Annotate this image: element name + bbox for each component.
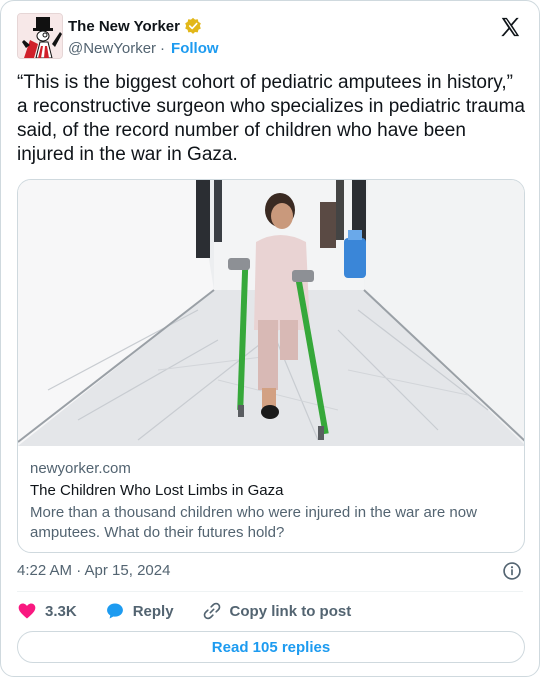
copy-link-label: Copy link to post [229, 602, 352, 620]
tweet-header: The New Yorker @NewYorker · Follow [17, 13, 523, 61]
follow-button[interactable]: Follow [171, 40, 219, 57]
tweet-embed-card: The New Yorker @NewYorker · Follow “This… [0, 0, 540, 677]
info-icon[interactable] [502, 561, 522, 581]
link-meta: newyorker.com The Children Who Lost Limb… [30, 459, 512, 543]
heart-icon [18, 603, 36, 619]
link-domain: newyorker.com [30, 460, 131, 477]
reply-button[interactable]: Reply [105, 601, 174, 621]
handle-separator: · [160, 39, 166, 57]
x-logo-icon[interactable] [499, 16, 521, 38]
link-description: More than a thousand children who were i… [30, 504, 477, 541]
divider [17, 591, 523, 592]
like-button[interactable]: 3.3K [17, 601, 77, 621]
reply-bubble-icon [106, 603, 123, 619]
link-preview-card[interactable]: newyorker.com The Children Who Lost Limb… [17, 179, 525, 553]
author-name[interactable]: The New Yorker [68, 18, 180, 35]
link-title[interactable]: The Children Who Lost Limbs in Gaza [30, 481, 512, 501]
reply-label: Reply [132, 602, 174, 620]
verified-badge-icon [185, 17, 201, 34]
tweet-text: “This is the biggest cohort of pediatric… [17, 72, 531, 165]
author-handle[interactable]: @NewYorker [68, 40, 156, 57]
article-photo [18, 180, 524, 446]
tweet-timestamp[interactable]: 4:22 AM · Apr 15, 2024 [17, 561, 170, 581]
read-replies-button[interactable]: Read 105 replies [17, 631, 525, 663]
copy-link-button[interactable]: Copy link to post [202, 601, 352, 621]
link-icon [203, 602, 220, 620]
action-bar: 3.3K Reply Copy link to post [17, 599, 379, 623]
author-avatar[interactable] [17, 13, 63, 59]
author-info: The New Yorker @NewYorker · Follow [68, 16, 219, 58]
likes-count: 3.3K [45, 602, 77, 620]
